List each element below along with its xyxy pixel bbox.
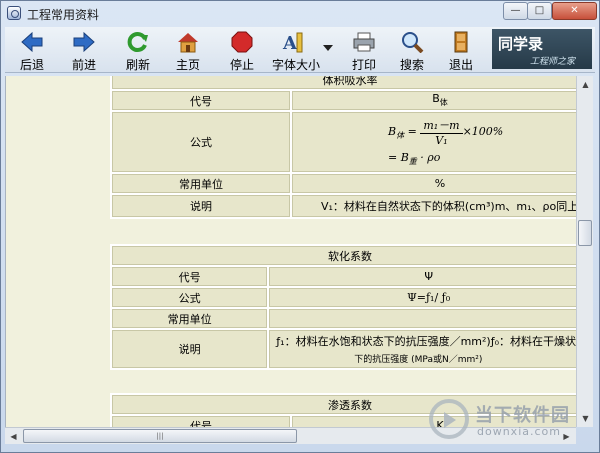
font-size-icon: A — [282, 32, 303, 53]
field-label: 常用单位 — [112, 309, 268, 328]
horizontal-scroll-thumb[interactable]: ||| — [23, 429, 297, 443]
toolbar: 后退 前进 刷新 主页 停止 A 字体大小 打印 搜索 退出 同学录 工程师之家 — [5, 27, 595, 73]
field-value: ƒ₁：材料在水饱和状态下的抗压强度／mm²)ƒ₀：材料在干燥状态 下的抗压强度 … — [269, 330, 576, 368]
back-arrow-icon — [21, 31, 43, 53]
forward-button[interactable]: 前进 — [61, 27, 107, 73]
exit-door-icon — [454, 31, 468, 53]
watermark: 当下软件园 downxia.com — [429, 399, 599, 449]
back-button[interactable]: 后退 — [9, 27, 55, 73]
section-table: 体积吸水率 代号 B体 公式 B体 = m₁－m V₁ ×100% = B重 · ρ… — [110, 76, 576, 219]
refresh-button[interactable]: 刷新 — [115, 27, 161, 73]
home-icon — [178, 33, 198, 53]
font-size-dropdown-icon[interactable] — [323, 45, 333, 51]
play-logo-icon — [429, 399, 469, 439]
section-title: 软化系数 — [112, 246, 576, 265]
content-area: 体积吸水率 代号 B体 公式 B体 = m₁－m V₁ ×100% = B重 · ρ… — [5, 76, 576, 427]
formula-value: Ψ=ƒ₁/ ƒ₀ — [269, 288, 576, 307]
app-icon — [7, 6, 21, 20]
magnifier-icon — [402, 32, 424, 53]
field-value: % — [292, 174, 576, 193]
search-button[interactable]: 搜索 — [389, 27, 435, 73]
maximize-button[interactable]: □ — [527, 2, 552, 20]
home-button[interactable]: 主页 — [165, 27, 211, 73]
field-label: 公式 — [112, 288, 268, 307]
printer-icon — [353, 32, 375, 52]
title-bar: 工程常用资料 — □ ✕ — [1, 1, 599, 25]
scroll-left-icon[interactable]: ◀ — [5, 428, 22, 445]
field-label: 代号 — [112, 416, 290, 427]
exit-button[interactable]: 退出 — [438, 27, 484, 73]
field-value: Ψ — [269, 267, 576, 286]
field-label: 说明 — [112, 195, 290, 217]
field-value — [269, 309, 576, 328]
section-table: 软化系数 代号 Ψ 公式 Ψ=ƒ₁/ ƒ₀ 常用单位 说明 ƒ₁：材料在水饱和状… — [110, 244, 576, 370]
field-label: 代号 — [112, 91, 290, 110]
field-value: B体 — [292, 91, 576, 110]
field-value: V₁：材料在自然状态下的体积(cm³)m、m₁、ρo同上 — [292, 195, 576, 217]
stop-icon — [231, 31, 253, 53]
print-button[interactable]: 打印 — [341, 27, 387, 73]
field-label: 说明 — [112, 330, 268, 368]
close-button[interactable]: ✕ — [552, 2, 597, 20]
field-label: 代号 — [112, 267, 268, 286]
font-size-button[interactable]: A 字体大小 — [270, 27, 322, 73]
scroll-up-icon[interactable]: ▲ — [577, 76, 594, 93]
stop-button[interactable]: 停止 — [219, 27, 265, 73]
minimize-button[interactable]: — — [503, 2, 528, 20]
formula-value: B体 = m₁－m V₁ ×100% = B重 · ρo — [292, 112, 576, 172]
app-window: 工程常用资料 — □ ✕ 后退 前进 刷新 主页 停止 A 字体大小 打印 搜索… — [0, 0, 600, 453]
forward-arrow-icon — [73, 31, 95, 53]
window-title: 工程常用资料 — [27, 8, 100, 22]
field-label: 公式 — [112, 112, 290, 172]
field-label: 常用单位 — [112, 174, 290, 193]
vertical-scrollbar[interactable]: ▲ ▼ — [576, 76, 593, 427]
refresh-icon — [127, 32, 148, 52]
svg-text:A: A — [282, 33, 298, 53]
vertical-scroll-thumb[interactable] — [578, 220, 592, 246]
section-title: 体积吸水率 — [112, 76, 576, 89]
brand-logo: 同学录 工程师之家 — [492, 29, 592, 69]
